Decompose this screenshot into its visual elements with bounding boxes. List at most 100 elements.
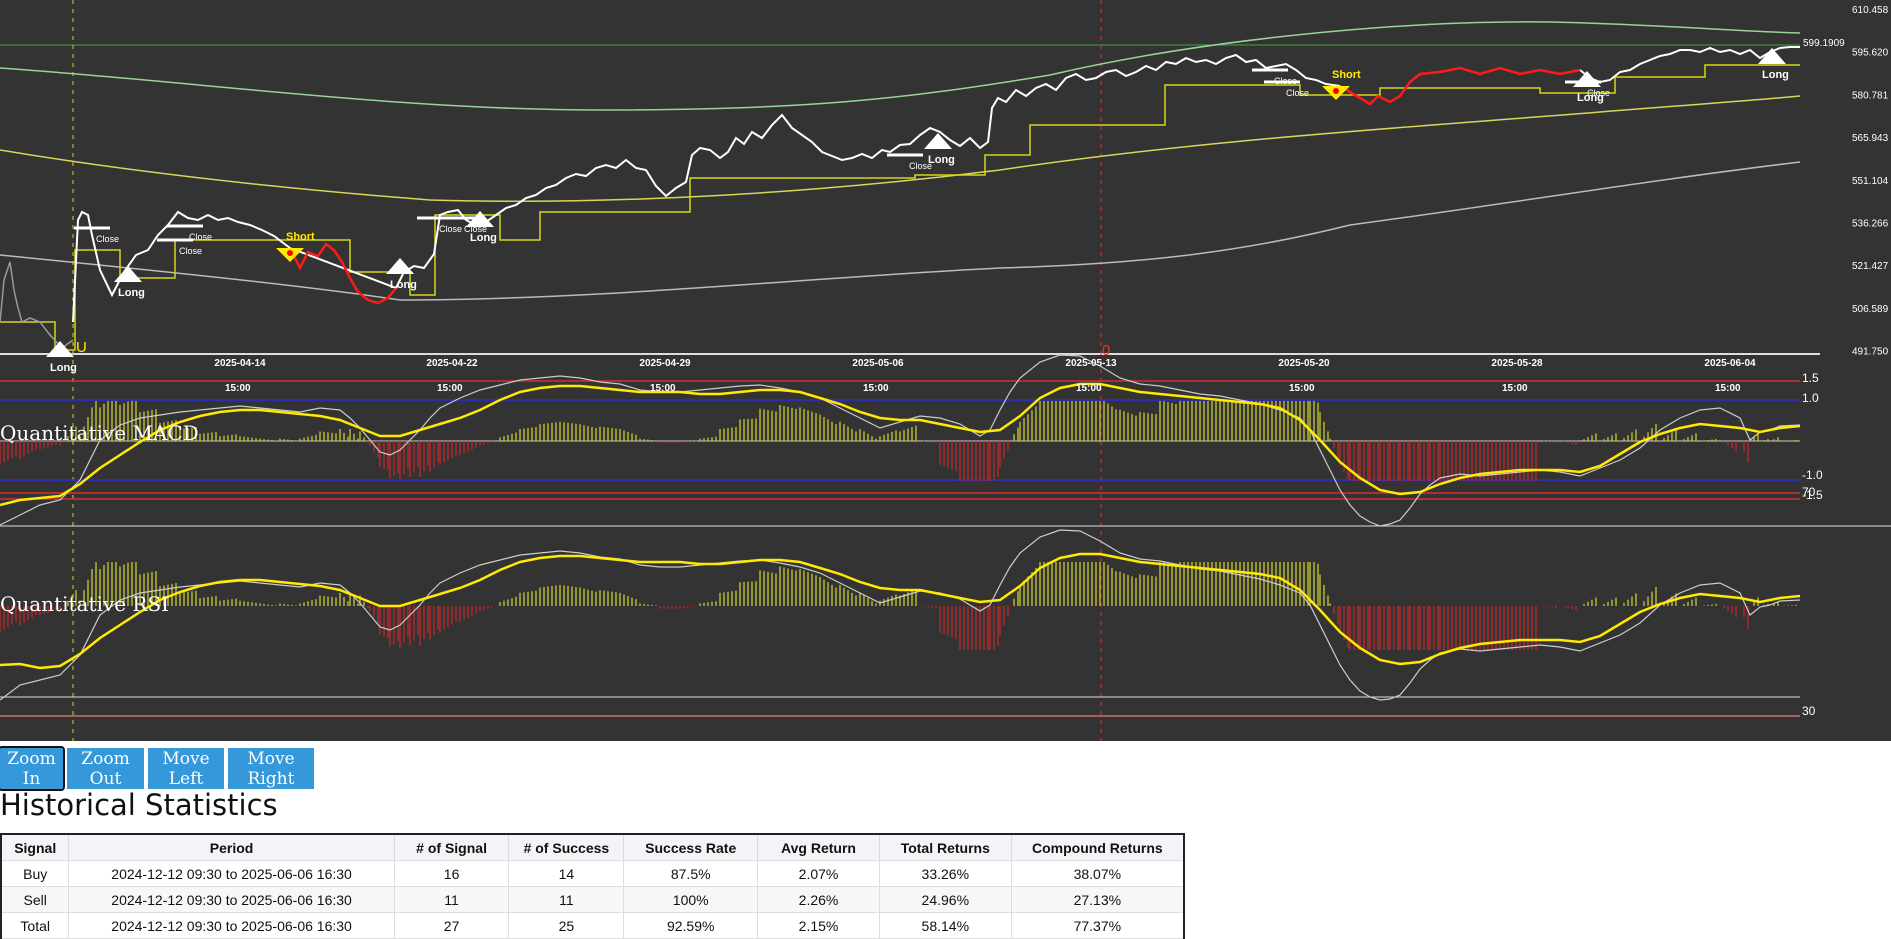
chart-panel[interactable]: Long Close Long Close Short Close Long Close Lon… bbox=[0, 0, 1891, 741]
time-tick-label: 15:00 bbox=[1502, 383, 1528, 394]
price-tick-label: 610.458 bbox=[1852, 5, 1889, 16]
price-line bbox=[72, 46, 1800, 323]
table-cell: 58.14% bbox=[878, 912, 1012, 939]
upper-band bbox=[0, 21, 1801, 111]
signal-label: Close bbox=[96, 234, 119, 244]
chart-canvas[interactable]: LongCloseLongClose ShortCloseLongCloseLon… bbox=[0, 0, 1891, 741]
price-tick-label: 565.943 bbox=[1852, 133, 1889, 144]
zoom-out-button[interactable]: Zoom Out bbox=[67, 748, 144, 789]
table-cell: Buy bbox=[0, 860, 70, 887]
move-right-button[interactable]: Move Right bbox=[228, 748, 314, 789]
table-cell: 16 bbox=[393, 860, 510, 887]
column-header: Compound Returns bbox=[1010, 833, 1185, 861]
price-tick-label: 536.266 bbox=[1852, 219, 1889, 230]
signal-label: Close bbox=[464, 224, 487, 234]
price-tick-label: 506.589 bbox=[1852, 304, 1889, 315]
short-dot bbox=[1333, 88, 1339, 94]
cursor-label-right: 0 bbox=[1102, 342, 1110, 359]
table-cell: 38.07% bbox=[1010, 860, 1185, 887]
long-arrow-icon bbox=[1573, 71, 1601, 87]
macd-level-label: -1.0 bbox=[1802, 468, 1823, 482]
time-tick-label: 15:00 bbox=[437, 383, 463, 394]
signal-label: Close bbox=[1274, 76, 1297, 86]
time-tick-label: 15:00 bbox=[863, 383, 889, 394]
price-short-segment bbox=[1339, 66, 1581, 106]
rsi-line bbox=[0, 529, 1801, 701]
mid-band bbox=[0, 95, 1801, 202]
macd-signal-line bbox=[0, 382, 1801, 507]
lower-band bbox=[0, 161, 1801, 301]
signal-label: Close bbox=[179, 246, 202, 256]
grey-early-line bbox=[0, 261, 74, 349]
column-header: Avg Return bbox=[757, 833, 880, 861]
table-cell: 27.13% bbox=[1010, 886, 1185, 913]
long-arrow-icon bbox=[924, 133, 952, 149]
signal-label: Long bbox=[50, 362, 77, 374]
date-tick-label: 2025-05-06 bbox=[852, 358, 904, 369]
price-tick-label: 595.620 bbox=[1852, 48, 1889, 59]
table-cell: 25 bbox=[508, 912, 625, 939]
table-row: Buy 2024-12-12 09:30 to 2025-06-06 16:30… bbox=[0, 860, 1185, 887]
signal-label: Long bbox=[118, 287, 145, 299]
table-cell: 2.26% bbox=[757, 886, 880, 913]
table-cell: 27 bbox=[393, 912, 510, 939]
table-cell: 11 bbox=[508, 886, 625, 913]
table-header-row: Signal Period # of Signal # of Success S… bbox=[0, 833, 1185, 861]
macd-level-label: 1.0 bbox=[1802, 391, 1819, 405]
rsi-level-label: 70 bbox=[1802, 485, 1816, 499]
time-tick-label: 15:00 bbox=[1715, 383, 1741, 394]
signal-label: Long bbox=[928, 154, 955, 166]
rsi-signal-line bbox=[0, 552, 1801, 670]
signal-label: Long bbox=[390, 279, 417, 291]
table-cell: Sell bbox=[0, 886, 70, 913]
time-axis: 15:00 15:00 15:00 15:00 15:00 15:00 15:00 15:00 bbox=[225, 383, 1741, 394]
rsi-histogram bbox=[0, 562, 1797, 650]
price-axis: 610.458 595.620 580.781 565.943 551.104 536.2… bbox=[1852, 5, 1889, 358]
signal-label: Close bbox=[1587, 88, 1610, 98]
table-cell: 14 bbox=[508, 860, 625, 887]
stats-title: Historical Statistics bbox=[0, 788, 278, 822]
date-tick-label: 2025-06-04 bbox=[1704, 358, 1756, 369]
time-tick-label: 15:00 bbox=[1076, 383, 1102, 394]
stop-line bbox=[0, 64, 1800, 351]
date-axis: 2025-04-14 2025-04-22 2025-04-29 2025-05-06… bbox=[214, 358, 1756, 369]
short-dot bbox=[287, 250, 293, 256]
date-tick-label: 2025-05-20 bbox=[1278, 358, 1330, 369]
signal-label: Close bbox=[439, 224, 462, 234]
macd-title: Quantitative MACD bbox=[0, 421, 199, 445]
table-cell: 2.15% bbox=[757, 912, 880, 939]
column-header: Success Rate bbox=[623, 833, 759, 861]
table-cell: 2024-12-12 09:30 to 2025-06-06 16:30 bbox=[68, 886, 395, 913]
move-left-button[interactable]: Move Left bbox=[148, 748, 224, 789]
long-arrow-icon bbox=[46, 341, 74, 357]
column-header: # of Signal bbox=[393, 833, 510, 861]
date-tick-label: 2025-04-22 bbox=[426, 358, 478, 369]
signal-markers: LongCloseLongClose ShortCloseLongCloseLon… bbox=[46, 48, 1789, 374]
table-cell: 87.5% bbox=[623, 860, 759, 887]
chart-controls: Zoom In Zoom Out Move Left Move Right bbox=[0, 746, 314, 791]
rsi-level-label: 30 bbox=[1802, 704, 1816, 718]
table-cell: 2024-12-12 09:30 to 2025-06-06 16:30 bbox=[68, 912, 395, 939]
date-tick-label: 2025-05-13 bbox=[1065, 358, 1117, 369]
time-tick-label: 15:00 bbox=[225, 383, 251, 394]
zoom-in-button[interactable]: Zoom In bbox=[0, 746, 65, 791]
table-cell: 33.26% bbox=[878, 860, 1012, 887]
table-cell: 2024-12-12 09:30 to 2025-06-06 16:30 bbox=[68, 860, 395, 887]
table-cell: 11 bbox=[393, 886, 510, 913]
date-tick-label: 2025-04-29 bbox=[639, 358, 691, 369]
time-tick-label: 15:00 bbox=[1289, 383, 1315, 394]
column-header: Signal bbox=[0, 833, 70, 861]
cursor-label-left: U bbox=[76, 339, 87, 356]
column-header: Total Returns bbox=[878, 833, 1012, 861]
price-marker-label: 599.1909 bbox=[1803, 38, 1845, 49]
date-tick-label: 2025-05-28 bbox=[1491, 358, 1543, 369]
price-tick-label: 521.427 bbox=[1852, 261, 1889, 272]
table-cell: 2.07% bbox=[757, 860, 880, 887]
long-arrow-icon bbox=[386, 258, 414, 274]
stats-table: Signal Period # of Signal # of Success S… bbox=[0, 833, 1185, 939]
column-header: # of Success bbox=[508, 833, 625, 861]
time-tick-label: 15:00 bbox=[650, 383, 676, 394]
signal-label: Close bbox=[1286, 88, 1309, 98]
price-tick-label: 491.750 bbox=[1852, 347, 1889, 358]
table-cell: 24.96% bbox=[878, 886, 1012, 913]
